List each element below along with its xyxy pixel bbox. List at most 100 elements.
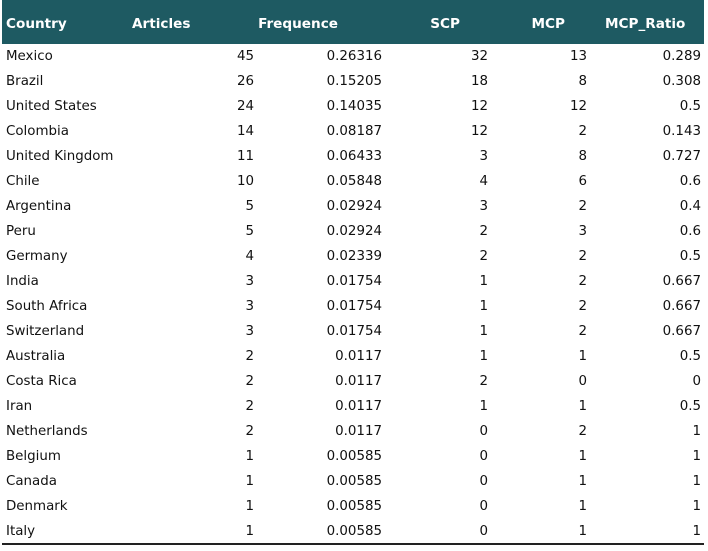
table-body: Mexico 45 0.26316 32 13 0.289 Brazil 26 0.15205 1…: [2, 44, 704, 545]
cell-frequence: 0.02924: [326, 199, 382, 214]
cell-articles: 4: [245, 249, 254, 264]
table-row: Argentina 5 0.02924 3 2 0.4: [2, 194, 704, 219]
cell-mcp: 1: [578, 399, 587, 414]
cell-country: Switzerland: [6, 324, 85, 339]
cell-articles: 2: [245, 349, 254, 364]
cell-mcp-ratio: 1: [692, 424, 701, 439]
table-row: Brazil 26 0.15205 18 8 0.308: [2, 69, 704, 94]
country-table: Country Articles Frequence SCP MCP MCP_R…: [2, 2, 704, 545]
cell-country: Belgium: [6, 449, 61, 464]
cell-mcp: 1: [578, 499, 587, 514]
cell-mcp-ratio: 0.6: [679, 174, 701, 189]
cell-mcp-ratio: 0.667: [662, 324, 701, 339]
cell-scp: 1: [479, 324, 488, 339]
cell-country: Peru: [6, 224, 36, 239]
cell-frequence: 0.00585: [326, 499, 382, 514]
cell-articles: 5: [245, 224, 254, 239]
header-country: Country: [6, 16, 67, 32]
cell-mcp: 2: [578, 424, 587, 439]
cell-articles: 2: [245, 424, 254, 439]
header-mcp: MCP: [531, 16, 565, 32]
cell-mcp-ratio: 0.4: [679, 199, 701, 214]
cell-country: Germany: [6, 249, 68, 264]
cell-mcp: 8: [578, 149, 587, 164]
cell-country: India: [6, 274, 39, 289]
cell-frequence: 0.0117: [335, 349, 382, 364]
table-container: Country Articles Frequence SCP MCP MCP_R…: [0, 0, 708, 551]
cell-mcp-ratio: 1: [692, 449, 701, 464]
cell-articles: 3: [245, 274, 254, 289]
cell-mcp: 2: [578, 249, 587, 264]
cell-frequence: 0.0117: [335, 399, 382, 414]
cell-scp: 3: [479, 199, 488, 214]
cell-mcp-ratio: 0: [692, 374, 701, 389]
cell-country: South Africa: [6, 299, 88, 314]
cell-country: United States: [6, 99, 97, 114]
cell-articles: 3: [245, 299, 254, 314]
cell-mcp-ratio: 0.289: [662, 49, 701, 64]
header-articles: Articles: [132, 16, 191, 32]
cell-mcp: 13: [569, 49, 587, 64]
cell-frequence: 0.01754: [326, 324, 382, 339]
table-row: Colombia 14 0.08187 12 2 0.143: [2, 119, 704, 144]
cell-country: Denmark: [6, 499, 68, 514]
cell-mcp-ratio: 0.143: [662, 124, 701, 139]
cell-articles: 3: [245, 324, 254, 339]
cell-country: Italy: [2, 519, 132, 545]
cell-frequence: 0.05848: [326, 174, 382, 189]
cell-country: Argentina: [6, 199, 72, 214]
cell-mcp: 2: [578, 274, 587, 289]
cell-mcp: 6: [578, 174, 587, 189]
cell-mcp: 12: [569, 99, 587, 114]
cell-articles: 2: [245, 374, 254, 389]
cell-scp: 1: [479, 274, 488, 289]
cell-frequence: 0.00585: [256, 519, 382, 545]
cell-articles: 2: [245, 399, 254, 414]
table-row: Germany 4 0.02339 2 2 0.5: [2, 244, 704, 269]
cell-articles: 26: [236, 74, 254, 89]
cell-scp: 12: [470, 124, 488, 139]
cell-mcp-ratio: 1: [605, 519, 704, 545]
table-row: Costa Rica 2 0.0117 2 0 0: [2, 369, 704, 394]
cell-country: Chile: [6, 174, 40, 189]
cell-country: Brazil: [6, 74, 44, 89]
cell-scp: 4: [479, 174, 488, 189]
cell-mcp-ratio: 1: [692, 499, 701, 514]
cell-articles: 1: [245, 499, 254, 514]
cell-mcp: 2: [578, 299, 587, 314]
cell-mcp: 2: [578, 199, 587, 214]
cell-mcp-ratio: 0.727: [662, 149, 701, 164]
cell-mcp-ratio: 0.5: [679, 399, 701, 414]
cell-frequence: 0.02924: [326, 224, 382, 239]
header-row: Country Articles Frequence SCP MCP MCP_R…: [2, 2, 704, 44]
cell-mcp: 1: [578, 449, 587, 464]
cell-country: Mexico: [6, 49, 53, 64]
cell-country: Iran: [6, 399, 33, 414]
cell-frequence: 0.15205: [326, 74, 382, 89]
cell-articles: 45: [236, 49, 254, 64]
cell-scp: 1: [479, 349, 488, 364]
cell-frequence: 0.06433: [326, 149, 382, 164]
cell-frequence: 0.0117: [335, 424, 382, 439]
cell-country: Costa Rica: [6, 374, 77, 389]
table-row: Switzerland 3 0.01754 1 2 0.667: [2, 319, 704, 344]
cell-mcp: 1: [578, 474, 587, 489]
cell-articles: 14: [236, 124, 254, 139]
cell-scp: 1: [479, 299, 488, 314]
cell-mcp: 2: [578, 324, 587, 339]
cell-mcp-ratio: 0.5: [679, 99, 701, 114]
table-row: Italy 1 0.00585 0 1 1: [2, 519, 704, 545]
cell-articles: 5: [245, 199, 254, 214]
cell-mcp-ratio: 0.308: [662, 74, 701, 89]
cell-articles: 1: [132, 519, 256, 545]
cell-scp: 2: [479, 374, 488, 389]
cell-mcp-ratio: 0.5: [679, 349, 701, 364]
table-header: Country Articles Frequence SCP MCP MCP_R…: [2, 2, 704, 44]
cell-articles: 1: [245, 474, 254, 489]
cell-country: United Kingdom: [6, 149, 114, 164]
cell-mcp: 0: [578, 374, 587, 389]
cell-mcp: 2: [578, 124, 587, 139]
cell-country: Australia: [6, 349, 66, 364]
cell-frequence: 0.08187: [326, 124, 382, 139]
table-row: Peru 5 0.02924 2 3 0.6: [2, 219, 704, 244]
